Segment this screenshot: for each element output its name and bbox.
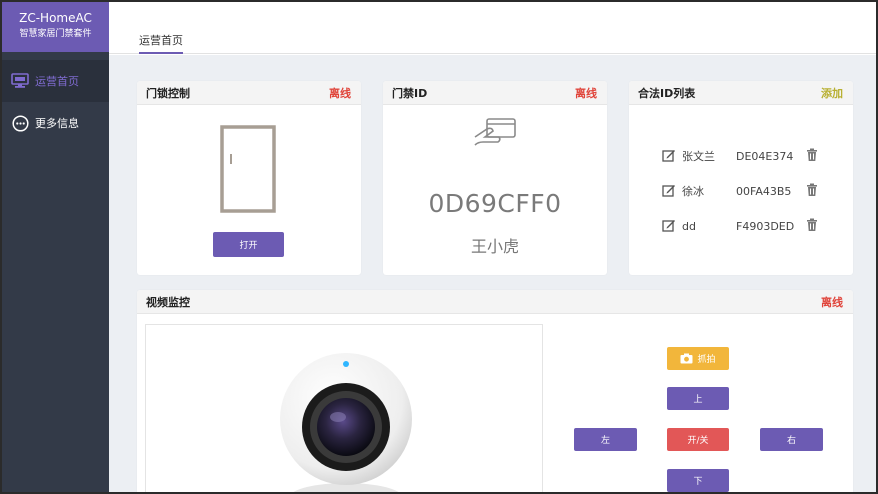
card-id-value: 0D69CFF0 [428, 189, 562, 218]
edit-icon[interactable] [662, 218, 676, 235]
monitor-icon [10, 71, 30, 91]
sidebar: ZC-HomeAC 智慧家居门禁套件 运营首页 更多信息 [2, 2, 109, 492]
card-header: 门锁控制 离线 [137, 81, 361, 105]
card-header: 合法ID列表 添加 [629, 81, 853, 105]
sidebar-item-home[interactable]: 运营首页 [2, 60, 109, 102]
list-item: 张文兰 DE04E374 [662, 147, 852, 165]
card-swipe-icon [473, 115, 519, 151]
card-header: 视频监控 离线 [137, 290, 853, 314]
open-lock-button[interactable]: 打开 [213, 232, 284, 257]
sidebar-item-label: 运营首页 [35, 75, 79, 88]
trash-icon[interactable] [806, 183, 818, 200]
add-id-link[interactable]: 添加 [821, 85, 843, 101]
access-card-id-card: 门禁ID 离线 0D69CFF0 王小虎 [383, 81, 607, 275]
list-item: 徐冰 00FA43B5 [662, 182, 852, 200]
card-title: 视频监控 [146, 295, 190, 309]
id-owner-name: dd [682, 219, 696, 233]
card-owner-name: 王小虎 [470, 237, 519, 256]
top-header: 运营首页 [109, 2, 876, 54]
brand-block: ZC-HomeAC 智慧家居门禁套件 [2, 2, 109, 52]
id-owner-name: 张文兰 [682, 150, 715, 163]
card-header: 门禁ID 离线 [383, 81, 607, 105]
edit-icon[interactable] [662, 148, 676, 165]
card-title: 门禁ID [392, 86, 428, 100]
camera-icon [680, 353, 693, 364]
main-content: 门锁控制 离线 打开 门禁ID 离线 0D69CFF0 王小虎 合法ID列表 添… [109, 55, 876, 492]
pan-right-button[interactable]: 右 [760, 428, 823, 451]
lock-control-card: 门锁控制 离线 打开 [137, 81, 361, 275]
snapshot-button[interactable]: 抓拍 [667, 347, 729, 370]
video-monitor-card: 视频监控 离线 抓拍 上 左 开/关 右 下 [137, 290, 853, 492]
trash-icon[interactable] [806, 218, 818, 235]
app-window: ZC-HomeAC 智慧家居门禁套件 运营首页 更多信息 运营首页 门锁控制 离… [0, 0, 878, 494]
status-badge: 离线 [575, 86, 597, 100]
trash-icon[interactable] [806, 148, 818, 165]
id-code: DE04E374 [736, 149, 794, 163]
video-view[interactable] [145, 324, 543, 492]
tab-home[interactable]: 运营首页 [139, 32, 183, 54]
pan-down-button[interactable]: 下 [667, 469, 729, 492]
pan-up-button[interactable]: 上 [667, 387, 729, 410]
brand-subtitle: 智慧家居门禁套件 [19, 29, 92, 39]
sidebar-item-more[interactable]: 更多信息 [2, 102, 109, 144]
id-code: F4903DED [736, 219, 795, 233]
id-code: 00FA43B5 [736, 184, 792, 198]
pan-left-button[interactable]: 左 [574, 428, 637, 451]
power-toggle-button[interactable]: 开/关 [667, 428, 729, 451]
sidebar-item-label: 更多信息 [35, 117, 79, 130]
webcam-icon [278, 347, 414, 492]
status-badge: 离线 [329, 86, 351, 100]
door-icon [220, 125, 276, 217]
status-badge: 离线 [821, 295, 843, 309]
brand-title: ZC-HomeAC [19, 11, 92, 25]
card-title: 合法ID列表 [638, 86, 696, 100]
snapshot-label: 抓拍 [697, 355, 716, 365]
list-item: dd F4903DED [662, 217, 852, 235]
id-owner-name: 徐冰 [682, 185, 704, 198]
card-title: 门锁控制 [146, 86, 190, 100]
edit-icon[interactable] [662, 183, 676, 200]
more-circle-icon [10, 113, 30, 133]
legal-id-list-card: 合法ID列表 添加 张文兰 DE04E374 徐冰 00FA43B5 dd F4… [629, 81, 853, 275]
